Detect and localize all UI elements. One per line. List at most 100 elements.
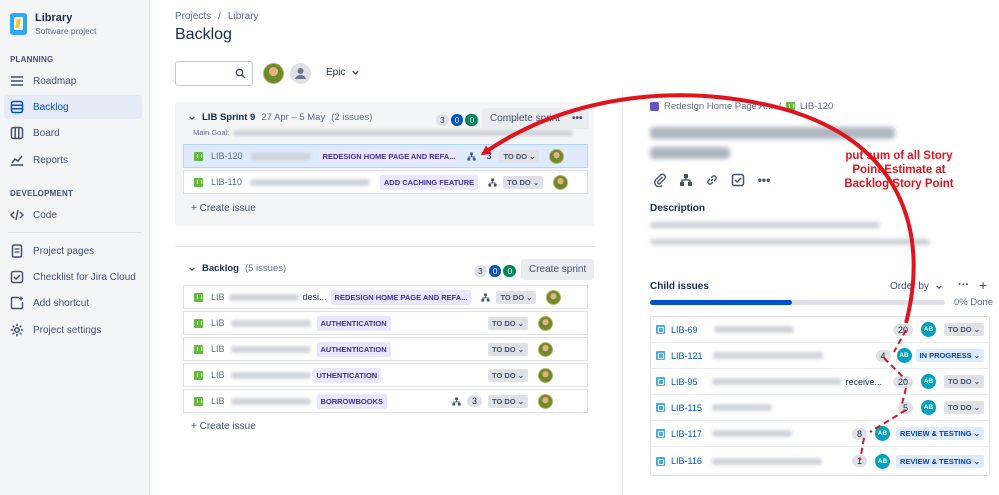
breadcrumb-projects[interactable]: Projects	[175, 11, 211, 22]
table-row[interactable]: LIB desi... REDESIGN HOME PAGE AND REFA.…	[183, 285, 588, 309]
table-row[interactable]: LIB AUTHENTICATION TO DO ⌄	[183, 311, 588, 335]
issue-key[interactable]: LIB-121	[671, 351, 703, 361]
status-badge[interactable]: IN PROGRESS ⌄	[915, 349, 984, 362]
child-more-icon[interactable]: ···	[958, 279, 969, 291]
epic-label[interactable]: REDESIGN HOME PAGE AND REFA...	[330, 289, 472, 305]
chevron-down-icon[interactable]	[188, 265, 196, 273]
sidebar-divider	[8, 232, 142, 233]
status-badge[interactable]: REVIEW & TESTING ⌄	[895, 427, 984, 440]
order-by-dropdown[interactable]: Order by	[890, 281, 943, 292]
status-badge[interactable]: REVIEW & TESTING ⌄	[895, 454, 984, 468]
list-item[interactable]: LIB-95 receive... 20 AB TO DO ⌄	[650, 369, 990, 395]
avatar[interactable]	[553, 174, 569, 190]
issue-key[interactable]: LIB-120	[211, 151, 243, 161]
issue-key[interactable]: LIB	[211, 370, 225, 380]
status-badge[interactable]: TO DO ⌄	[488, 342, 528, 356]
sidebar-item-project-pages[interactable]: Project pages	[4, 239, 142, 263]
table-row[interactable]: LIB-110 ADD CACHING FEATURE TO DO ⌄	[183, 170, 588, 194]
status-badge[interactable]: TO DO ⌄	[496, 290, 537, 304]
add-child-issue-button[interactable]	[676, 170, 696, 190]
issue-key[interactable]: LIB	[211, 344, 225, 354]
list-item[interactable]: LIB-69 20 AB TO DO ⌄	[650, 317, 990, 343]
table-row[interactable]: LIB UTHENTICATION TO DO ⌄	[183, 363, 588, 387]
table-row[interactable]: LIB-120 REDESIGN HOME PAGE AND REFA... 3…	[183, 144, 588, 168]
avatar[interactable]: AB	[896, 348, 912, 363]
issue-key[interactable]: LIB-116	[671, 456, 702, 466]
status-badge[interactable]: TO DO ⌄	[503, 175, 544, 189]
avatar[interactable]: AB	[921, 374, 936, 389]
sprint-header[interactable]: LIB Sprint 9 27 Apr – 5 May (2 issues)	[188, 112, 372, 123]
avatar[interactable]	[546, 289, 562, 305]
list-item[interactable]: LIB-117 8 AB REVIEW & TESTING ⌄	[650, 421, 990, 447]
table-row[interactable]: LIB AUTHENTICATION TO DO ⌄	[183, 337, 588, 361]
list-item[interactable]: LIB-121 4 AB IN PROGRESS ⌄	[650, 343, 990, 369]
backlog-header[interactable]: Backlog (5 issues)	[188, 263, 286, 274]
avatar[interactable]: AB	[921, 322, 936, 337]
section-planning: PLANNING	[10, 55, 54, 64]
link-issue-button[interactable]	[702, 170, 722, 190]
epic-label[interactable]: REDESIGN HOME PAGE AND REFA...	[318, 148, 460, 164]
project-header[interactable]: Library Software project	[10, 12, 96, 36]
sidebar-item-project-settings[interactable]: Project settings	[4, 318, 142, 342]
issue-key[interactable]: LIB	[211, 396, 225, 406]
breadcrumb-library[interactable]: Library	[228, 11, 259, 22]
create-issue-button[interactable]: + Create issue	[191, 203, 256, 214]
avatar[interactable]: AB	[874, 426, 890, 441]
more-actions-button[interactable]: •••	[566, 108, 589, 129]
breadcrumb-issue-key[interactable]: LIB-120	[800, 101, 833, 112]
epic-filter-dropdown[interactable]: Epic	[326, 67, 360, 78]
avatar[interactable]	[538, 367, 553, 383]
epic-label[interactable]: AUTHENTICATION	[316, 341, 391, 357]
issue-key[interactable]: LIB-69	[671, 325, 698, 335]
chevron-down-icon[interactable]	[188, 114, 196, 122]
status-badge[interactable]: TO DO ⌄	[488, 368, 528, 382]
complete-sprint-button[interactable]: Complete sprint	[482, 108, 569, 129]
add-child-icon[interactable]: +	[979, 277, 987, 293]
status-badge[interactable]: TO DO ⌄	[488, 316, 528, 330]
sidebar-item-code[interactable]: Code	[4, 203, 142, 227]
issue-key[interactable]: LIB-95	[671, 377, 698, 387]
create-issue-button[interactable]: + Create issue	[191, 421, 256, 432]
list-item[interactable]: LIB-116 1 AB REVIEW & TESTING ⌄	[650, 448, 990, 474]
avatar[interactable]	[538, 341, 553, 357]
avatar[interactable]	[538, 393, 553, 409]
more-actions-icon[interactable]: •••	[754, 170, 774, 190]
avatar[interactable]: AB	[921, 400, 936, 415]
epic-label[interactable]: AUTHENTICATION	[316, 315, 391, 331]
blurred-text	[230, 319, 311, 327]
avatar[interactable]	[538, 315, 553, 331]
in-progress-count: 0	[488, 265, 502, 277]
breadcrumb-epic[interactable]: Redesign Home Page A...	[664, 101, 773, 112]
issue-key[interactable]: LIB-110	[211, 177, 242, 187]
issue-key[interactable]: LIB	[211, 318, 225, 328]
epic-label[interactable]: UTHENTICATION	[312, 367, 382, 383]
status-badge[interactable]: TO DO ⌄	[944, 401, 984, 414]
avatar[interactable]: AB	[874, 453, 890, 469]
status-badge[interactable]: TO DO ⌄	[944, 375, 984, 388]
epic-label[interactable]: ADD CACHING FEATURE	[379, 174, 479, 190]
checklist-button[interactable]	[728, 170, 748, 190]
sidebar-item-roadmap[interactable]: Roadmap	[4, 69, 142, 93]
status-badge[interactable]: TO DO ⌄	[488, 394, 528, 408]
sidebar-item-board[interactable]: Board	[4, 121, 142, 145]
issue-key[interactable]: LIB	[211, 292, 225, 302]
avatar[interactable]	[263, 63, 284, 84]
unassigned-avatar-icon[interactable]	[290, 63, 311, 84]
issue-key[interactable]: LIB-117	[671, 429, 702, 439]
issue-key[interactable]: LIB-115	[671, 403, 702, 413]
list-item[interactable]: LIB-115 5 AB TO DO ⌄	[650, 395, 990, 421]
status-badge[interactable]: TO DO ⌄	[944, 323, 984, 336]
blurred-issue-title	[650, 127, 895, 139]
search-input[interactable]	[175, 61, 253, 86]
epic-label[interactable]: BORROWBOOKS	[316, 393, 388, 409]
status-badge[interactable]: TO DO ⌄	[499, 149, 540, 163]
sidebar-item-reports[interactable]: Reports	[4, 148, 142, 172]
avatar[interactable]	[549, 148, 565, 164]
issue-summary: desi...	[302, 292, 327, 302]
attach-button[interactable]	[650, 170, 670, 190]
sidebar-item-backlog[interactable]: Backlog	[4, 95, 142, 119]
table-row[interactable]: LIB BORROWBOOKS 3 TO DO ⌄	[183, 389, 588, 413]
create-sprint-button[interactable]: Create sprint	[521, 259, 595, 280]
sidebar-item-add-shortcut[interactable]: Add shortcut	[4, 291, 142, 315]
sidebar-item-checklist[interactable]: Checklist for Jira Cloud	[4, 265, 142, 289]
